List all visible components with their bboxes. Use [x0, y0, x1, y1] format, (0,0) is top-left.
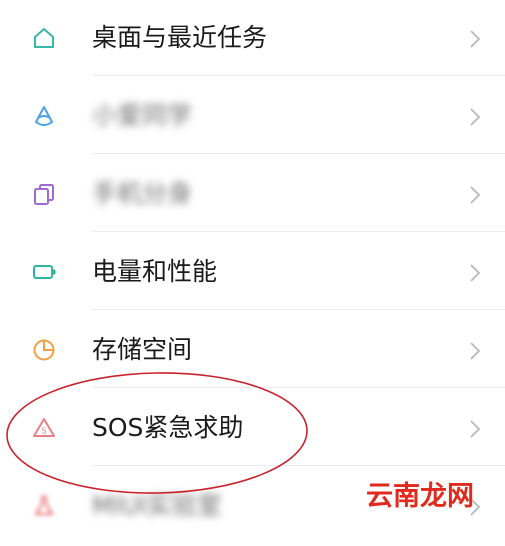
settings-list: 桌面与最近任务 小爱同学 手机分身 电量和性能 存储空间 S SOS紧急求助 M… [0, 0, 505, 521]
svg-text:S: S [41, 427, 46, 436]
settings-item-xiaoai[interactable]: 小爱同学 [0, 78, 505, 156]
divider [92, 387, 505, 388]
settings-item-label: 桌面与最近任务 [92, 23, 268, 52]
battery-icon [30, 258, 58, 286]
chevron-right-icon [468, 262, 482, 284]
divider [92, 309, 505, 310]
chevron-right-icon [468, 106, 482, 128]
copy-icon [30, 180, 58, 208]
settings-item-label: 小爱同学 [92, 101, 193, 130]
sos-alert-icon: S [30, 414, 58, 442]
settings-item-sos[interactable]: S SOS紧急求助 [0, 390, 505, 468]
settings-item-storage[interactable]: 存储空间 [0, 312, 505, 390]
chevron-right-icon [468, 418, 482, 440]
settings-item-label: SOS紧急求助 [92, 413, 244, 442]
chevron-right-icon [468, 28, 482, 50]
divider [92, 75, 505, 76]
chevron-right-icon [468, 184, 482, 206]
settings-item-battery[interactable]: 电量和性能 [0, 234, 505, 312]
lab-icon [30, 492, 58, 520]
settings-item-label: 电量和性能 [92, 257, 218, 286]
divider [92, 465, 505, 466]
pie-chart-icon [30, 336, 58, 364]
watermark-logo: 云南龙网 [366, 481, 474, 512]
divider [92, 231, 505, 232]
home-icon [30, 24, 58, 52]
divider [92, 153, 505, 154]
settings-item-second-space[interactable]: 手机分身 [0, 156, 505, 234]
chevron-right-icon [468, 340, 482, 362]
settings-item-label: MIUI实验室 [92, 491, 222, 520]
xiaoai-icon [30, 102, 58, 130]
settings-item-label: 存储空间 [92, 335, 193, 364]
settings-item-home-screen[interactable]: 桌面与最近任务 [0, 0, 505, 78]
settings-item-label: 手机分身 [92, 179, 193, 208]
